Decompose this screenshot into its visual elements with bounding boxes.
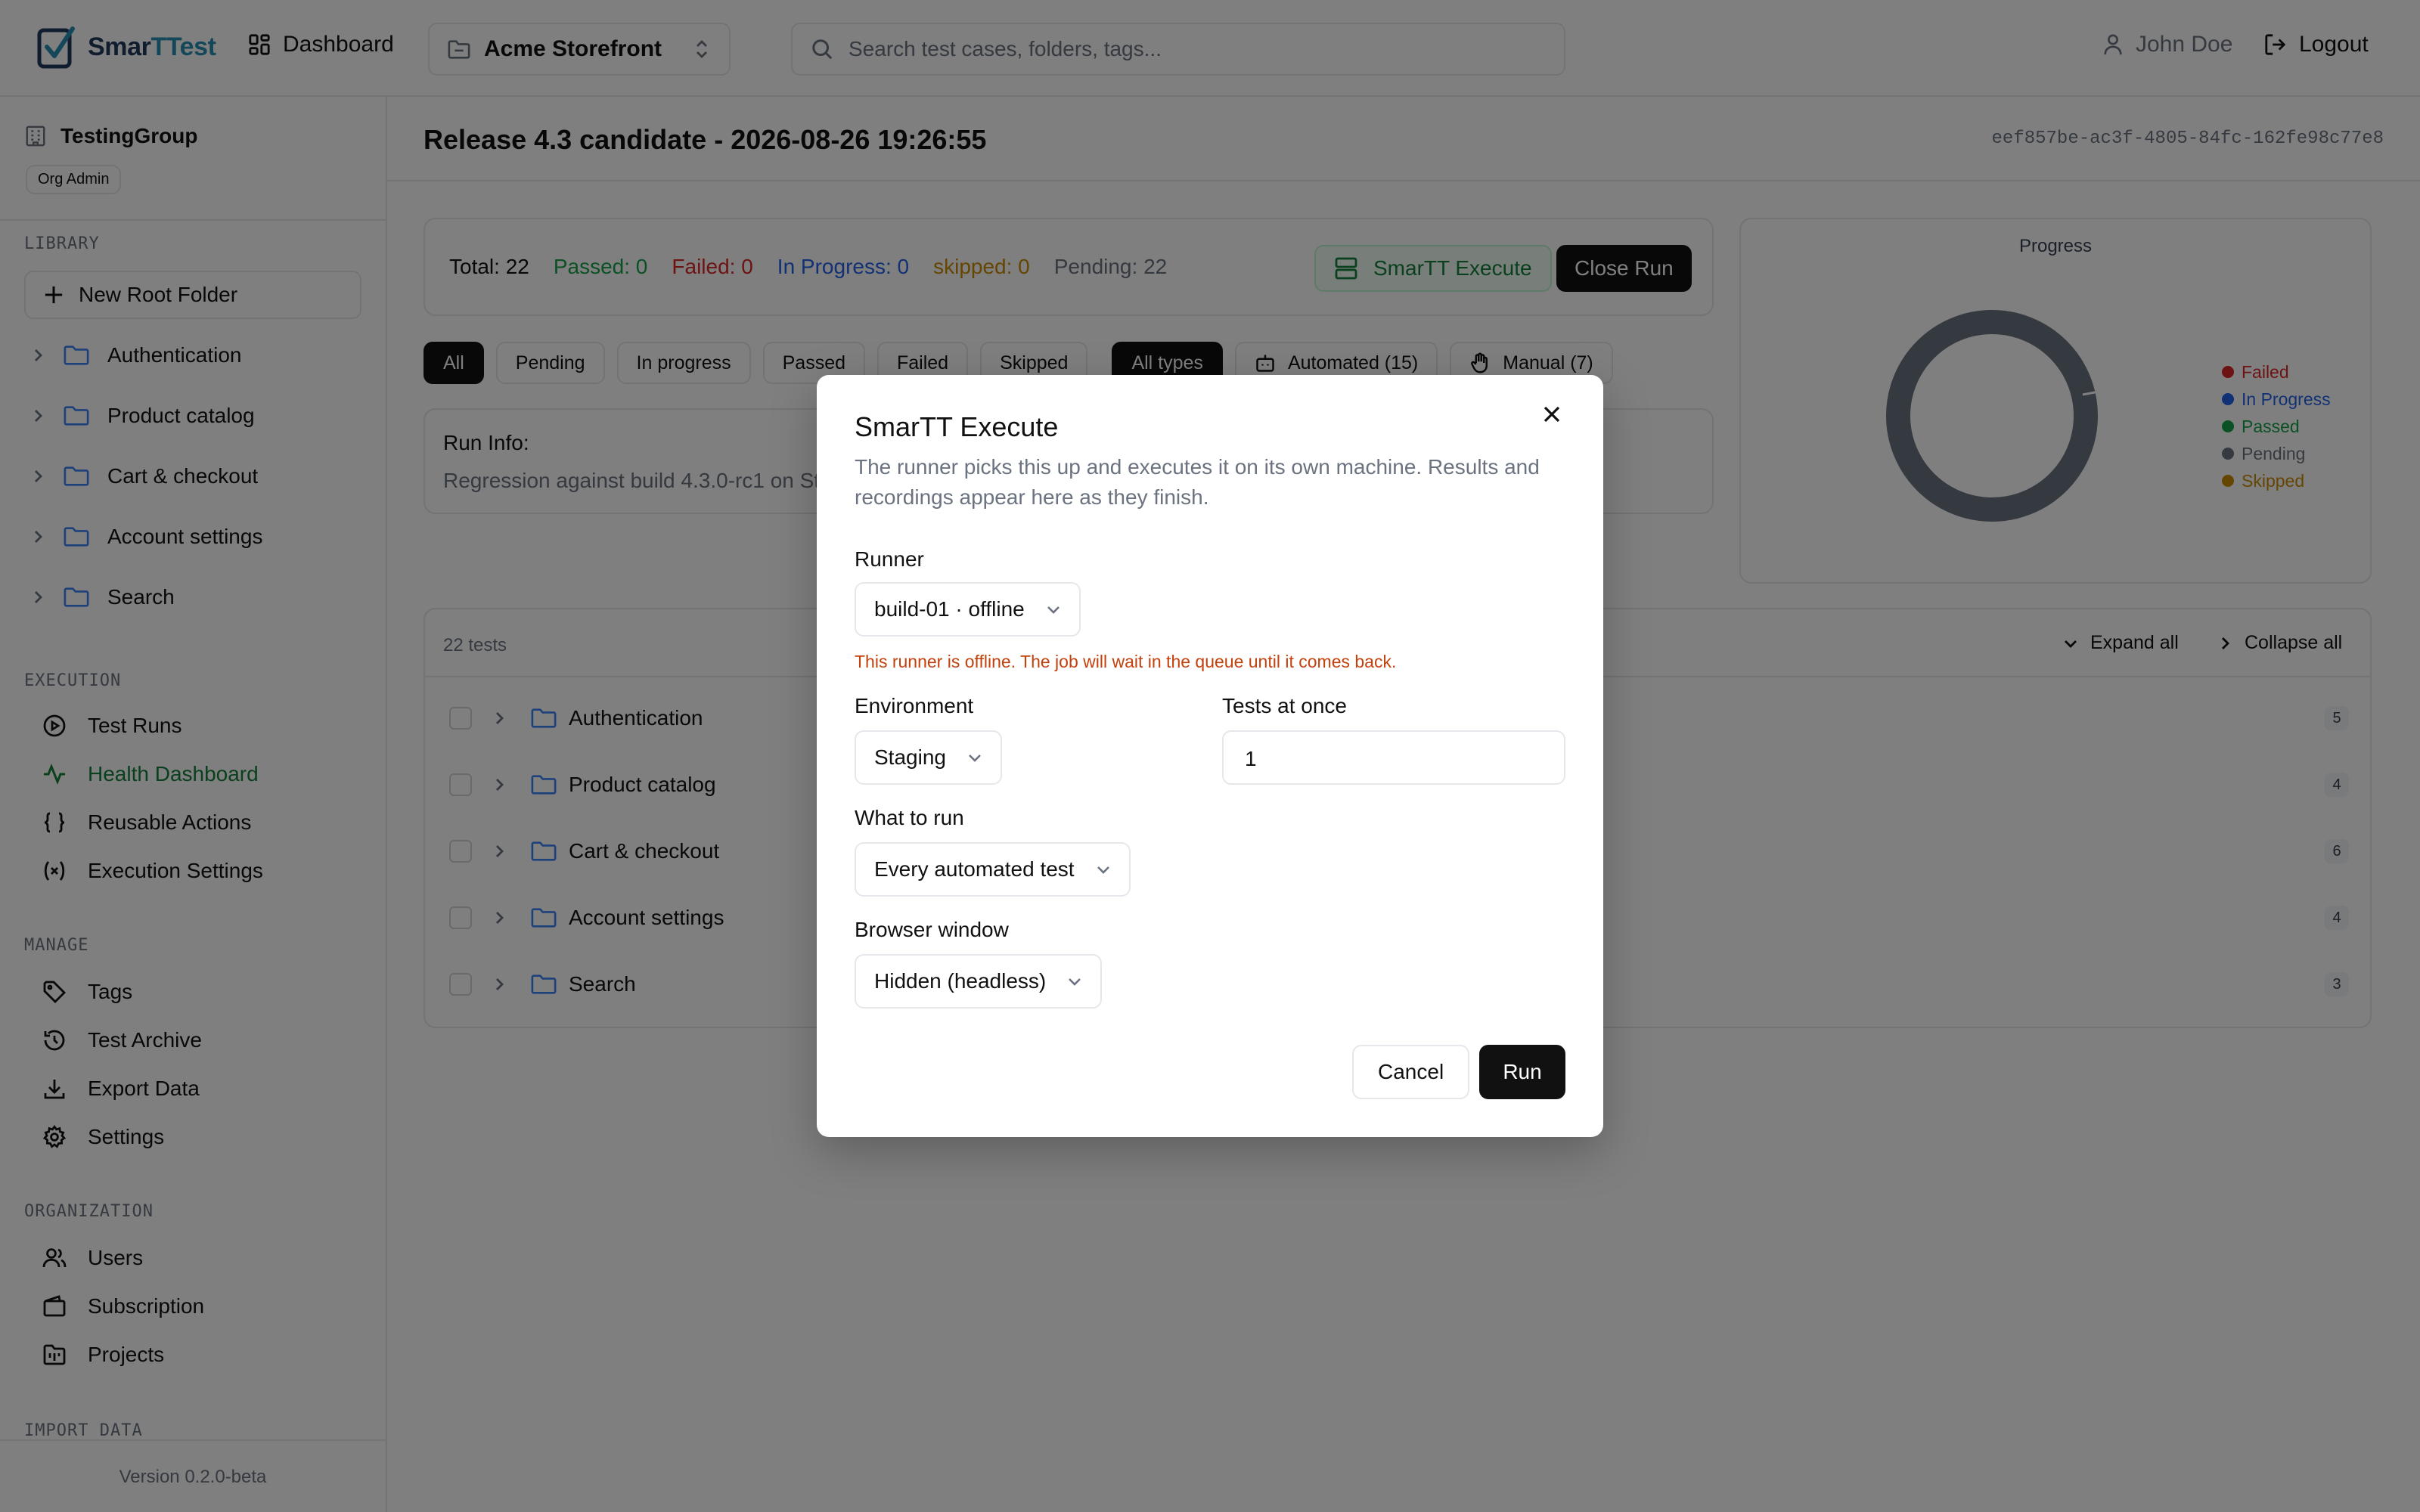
close-icon[interactable] (1540, 402, 1564, 426)
dialog-title: SmarTT Execute (855, 411, 1059, 442)
chevron-down-icon (1069, 978, 1081, 986)
browser-window-select[interactable]: Hidden (headless) (855, 954, 1103, 1009)
tests-at-once-input[interactable]: 1 (1222, 730, 1565, 785)
runner-select[interactable]: build-01 · offline (855, 582, 1081, 637)
browser-window-label: Browser window (855, 918, 1009, 941)
browser-window-value: Hidden (headless) (874, 969, 1047, 993)
environment-select[interactable]: Staging (855, 730, 1002, 785)
what-to-run-value: Every automated test (874, 857, 1075, 881)
runner-value: build-01 · offline (874, 597, 1025, 621)
cancel-button[interactable]: Cancel (1352, 1045, 1470, 1099)
run-button[interactable]: Run (1479, 1045, 1565, 1099)
tests-at-once-label: Tests at once (1222, 694, 1347, 717)
environment-value: Staging (874, 745, 946, 769)
dialog-description: The runner picks this up and executes it… (855, 455, 1540, 509)
chevron-down-icon (969, 754, 981, 762)
what-to-run-label: What to run (855, 806, 964, 829)
what-to-run-select[interactable]: Every automated test (855, 842, 1131, 897)
chevron-down-icon (1047, 606, 1060, 614)
execute-dialog: SmarTT Execute The runner picks this up … (817, 375, 1603, 1137)
chevron-down-icon (1097, 866, 1109, 874)
environment-label: Environment (855, 694, 974, 717)
runner-label: Runner (855, 547, 924, 571)
runner-offline-warning: This runner is offline. The job will wai… (855, 652, 1397, 671)
